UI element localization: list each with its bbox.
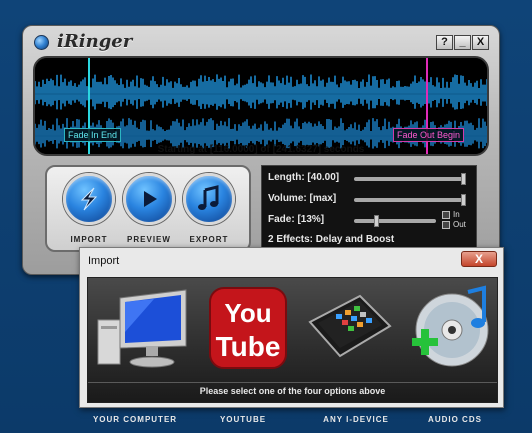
import-option-idevice[interactable] <box>300 282 396 374</box>
caption-youtube: YOUTUBE <box>219 415 267 424</box>
position-status: Starting at [116.0000] of [241.6327] sec… <box>157 144 365 155</box>
svg-text:You: You <box>224 298 271 328</box>
fade-setting: Fade: [13%] <box>268 214 325 225</box>
dialog-close-button[interactable]: X <box>461 251 497 267</box>
youtube-icon: You Tube <box>209 287 287 369</box>
settings-panel: Length: [40.00] Volume: [max] Fade: [13%… <box>261 165 477 252</box>
import-option-audio-cd[interactable] <box>402 282 498 374</box>
title-bar[interactable]: iRinger ? _ X <box>23 26 499 56</box>
dialog-title: Import <box>88 255 120 267</box>
music-note-icon <box>198 185 219 210</box>
import-options-panel: You Tube Please select one of the four o… <box>87 277 498 403</box>
iphone-icon <box>308 294 392 358</box>
volume-slider[interactable] <box>354 198 466 202</box>
import-option-computer[interactable] <box>94 282 190 374</box>
fade-slider-handle[interactable] <box>374 215 379 227</box>
length-setting: Length: [40.00] <box>268 172 340 183</box>
length-slider[interactable] <box>354 177 466 181</box>
import-button[interactable] <box>63 173 115 225</box>
waveform-panel[interactable]: Fade In End Fade Out Begin <box>33 56 489 156</box>
play-icon <box>144 191 157 207</box>
iringer-window: iRinger ? _ X Fade In End Fade Out Begin… <box>22 25 500 275</box>
app-title: iRinger <box>57 31 133 52</box>
app-logo-icon <box>34 35 49 50</box>
export-button[interactable] <box>183 173 235 225</box>
volume-slider-handle[interactable] <box>461 194 466 206</box>
fade-out-checkbox[interactable] <box>442 221 450 229</box>
fade-slider[interactable] <box>354 219 436 223</box>
preview-label: PREVIEW <box>127 235 171 244</box>
effects-setting[interactable]: 2 Effects: Delay and Boost <box>268 234 394 245</box>
caption-audio-cds: AUDIO CDS <box>428 415 482 424</box>
preview-button[interactable] <box>123 173 175 225</box>
import-icon <box>80 187 98 211</box>
minimize-button[interactable]: _ <box>454 35 471 50</box>
fade-in-checkbox[interactable] <box>442 211 450 219</box>
fade-out-label[interactable]: Fade Out Begin <box>393 128 465 142</box>
length-slider-handle[interactable] <box>461 173 466 185</box>
computer-icon <box>97 289 187 368</box>
fade-in-label[interactable]: Fade In End <box>64 128 122 142</box>
help-button[interactable]: ? <box>436 35 453 50</box>
svg-text:Tube: Tube <box>216 331 281 362</box>
action-buttons-panel: IMPORT PREVIEW EXPORT <box>45 165 251 252</box>
fade-in-label: In <box>453 210 460 219</box>
close-button[interactable]: X <box>472 35 489 50</box>
audio-cd-icon <box>412 285 489 367</box>
export-label: EXPORT <box>189 235 229 244</box>
import-dialog: Import X You Tube Please select one of t… <box>79 247 504 408</box>
dialog-hint: Please select one of the four options ab… <box>88 382 497 396</box>
fade-out-label: Out <box>453 220 466 229</box>
caption-any-idevice: ANY I-DEVICE <box>323 415 389 424</box>
import-label: IMPORT <box>70 235 108 244</box>
volume-setting: Volume: [max] <box>268 193 337 204</box>
caption-your-computer: YOUR COMPUTER <box>92 415 178 424</box>
import-option-youtube[interactable]: You Tube <box>200 282 296 374</box>
